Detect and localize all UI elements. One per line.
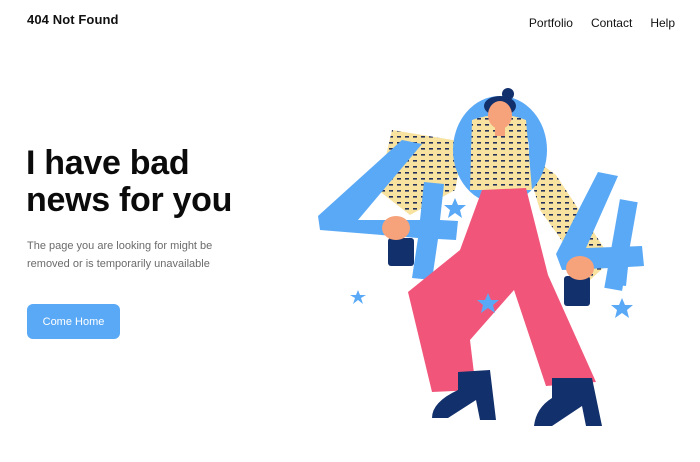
right-shoe [534, 378, 602, 426]
nav-link-help[interactable]: Help [650, 16, 675, 30]
come-home-button[interactable]: Come Home [27, 304, 120, 339]
error-description: The page you are looking for might be re… [27, 238, 242, 273]
neck [495, 126, 505, 136]
description-line-2: removed or is temporarily unavailable [27, 257, 210, 270]
top-header: 404 Not Found Portfolio Contact Help [0, 0, 700, 48]
left-bag [388, 238, 414, 266]
page-headline: I have bad news for you [26, 145, 306, 218]
main-nav: Portfolio Contact Help [529, 16, 675, 30]
description-line-1: The page you are looking for might be [27, 240, 213, 252]
star-icon [350, 290, 366, 304]
nav-link-portfolio[interactable]: Portfolio [529, 16, 573, 30]
star-icon [611, 298, 633, 318]
404-character-illustration [318, 88, 644, 426]
headline-line-1: I have bad [26, 144, 190, 182]
left-hand [382, 216, 410, 240]
star-icon [444, 198, 466, 218]
right-hand [566, 256, 594, 280]
site-title[interactable]: 404 Not Found [27, 12, 119, 27]
nav-link-contact[interactable]: Contact [591, 16, 632, 30]
face [488, 101, 512, 129]
headline-line-2: news for you [26, 180, 233, 219]
right-bag [564, 276, 590, 306]
